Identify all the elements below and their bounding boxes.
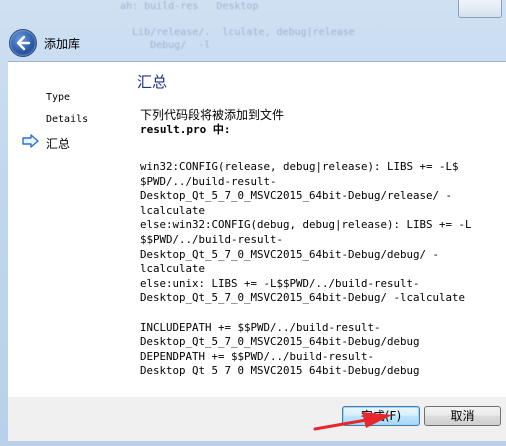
nav-step-details: Details <box>46 114 89 125</box>
finish-button[interactable]: 完成(F) <box>342 406 420 426</box>
background-window-text: ah: build-res Desktop Lib/release/. lcul… <box>120 1 355 129</box>
wizard-content-panel: Type Details 汇总 汇总 下列代码段将被添加到文件 result.p… <box>8 61 506 397</box>
close-button[interactable] <box>458 0 502 18</box>
window-frame: ah: build-res Desktop Lib/release/. lcul… <box>0 0 506 446</box>
summary-intro-text: 下列代码段将被添加到文件 <box>140 108 285 122</box>
back-button[interactable] <box>9 29 37 57</box>
nav-step-summary: 汇总 <box>22 134 71 152</box>
page-title: 汇总 <box>137 73 168 91</box>
button-bar: 完成(F) 取消 <box>8 397 506 446</box>
target-filename: result.pro 中: <box>140 123 231 136</box>
window-title: 添加库 <box>44 37 81 51</box>
window-bottom-border <box>0 441 506 446</box>
nav-step-type: Type <box>46 92 71 103</box>
back-arrow-icon <box>16 35 31 51</box>
cancel-button[interactable]: 取消 <box>424 406 501 426</box>
current-step-arrow-icon <box>22 134 40 151</box>
code-snippet: win32:CONFIG(release, debug|release): LI… <box>140 160 472 378</box>
nav-step-summary-label: 汇总 <box>46 137 71 151</box>
